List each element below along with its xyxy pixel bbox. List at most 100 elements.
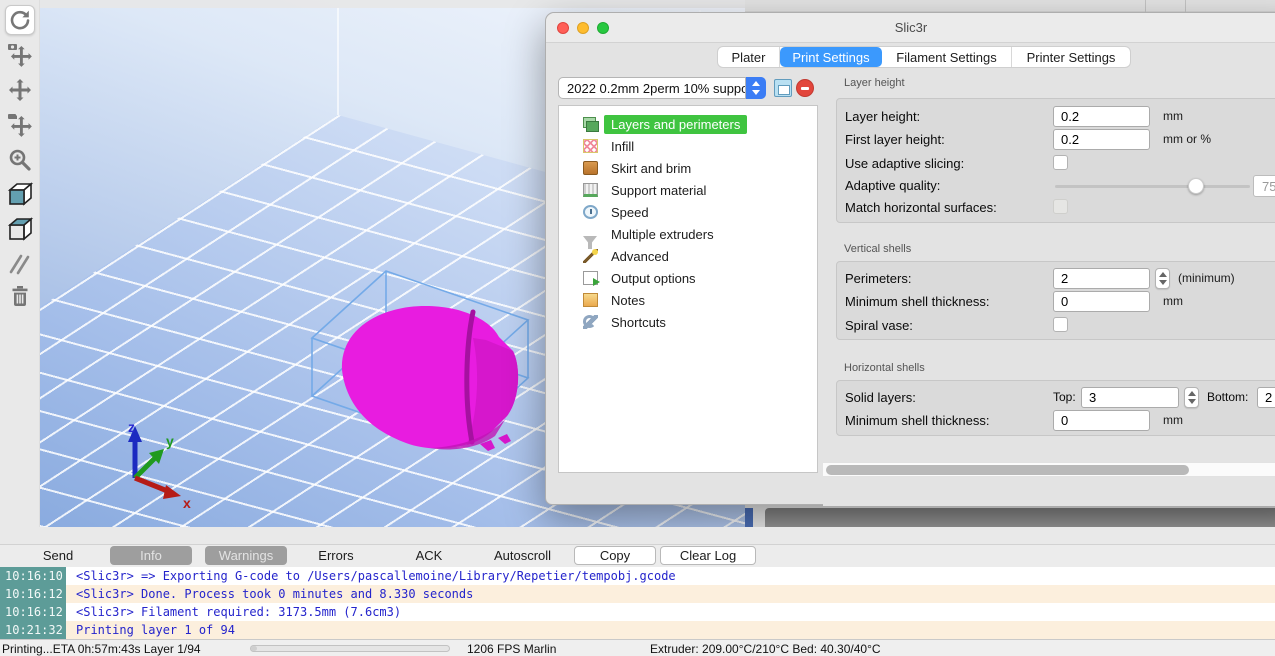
nav-item-layers-perimeters[interactable]: Layers and perimeters (559, 113, 817, 135)
tab-filament-settings[interactable]: Filament Settings (882, 47, 1012, 67)
zoom-icon[interactable] (5, 145, 35, 175)
horizontal-scrollbar-thumb[interactable] (826, 465, 1189, 475)
log-toggle-errors[interactable]: Errors (306, 548, 366, 563)
min-shell-thickness-input[interactable]: 0 (1053, 291, 1150, 312)
tab-printer-settings[interactable]: Printer Settings (1012, 47, 1130, 67)
adaptive-quality-label: Adaptive quality: (845, 178, 941, 193)
log-toggle-autoscroll[interactable]: Autoscroll (485, 548, 560, 563)
min-shell-thickness-unit2: mm (1163, 413, 1183, 427)
perimeters-suffix: (minimum) (1178, 271, 1235, 285)
solid-layers-label: Solid layers: (845, 390, 916, 405)
top-view-icon[interactable] (5, 213, 35, 243)
min-shell-thickness-label: Minimum shell thickness: (845, 294, 990, 309)
chevron-up-icon (752, 81, 760, 86)
solid-layers-bottom-label: Bottom: (1207, 390, 1249, 404)
adaptive-quality-slider-thumb[interactable] (1188, 178, 1204, 194)
log-toggle-send[interactable]: Send (30, 548, 86, 563)
chevron-down-icon (752, 90, 760, 95)
clear-log-button[interactable]: Clear Log (660, 546, 756, 565)
delete-preset-icon[interactable] (796, 79, 814, 97)
rotate-view-icon[interactable] (5, 5, 35, 35)
adaptive-slicing-label: Use adaptive slicing: (845, 156, 965, 171)
print-progress-bar (250, 645, 450, 652)
log-toggle-warnings[interactable]: Warnings (205, 546, 287, 565)
adaptive-slicing-checkbox[interactable] (1053, 155, 1068, 170)
move-object-icon[interactable] (5, 75, 35, 105)
solid-layers-top-label: Top: (1053, 390, 1076, 404)
layer-height-label: Layer height: (845, 109, 921, 124)
log-timestamp: 10:21:32 (0, 621, 66, 639)
nav-item-skirt-brim[interactable]: Skirt and brim (559, 157, 817, 179)
slic3r-window: Slic3r Plater Print Settings Filament Se… (545, 12, 1275, 506)
tab-plater[interactable]: Plater (718, 47, 780, 67)
group-title-layer-height: Layer height (844, 77, 905, 89)
layer-height-input[interactable]: 0.2 (1053, 106, 1150, 127)
log-timestamp: 10:16:10 (0, 567, 66, 585)
nav-item-support-material[interactable]: Support material (559, 179, 817, 201)
infill-icon (583, 139, 598, 153)
axes-indicator: z y x (128, 419, 191, 511)
nav-item-speed[interactable]: Speed (559, 201, 817, 223)
solid-layers-bottom-input[interactable]: 2 (1257, 387, 1275, 408)
settings-nav-list: Layers and perimeters Infill Skirt and b… (558, 105, 818, 473)
perspective-view-icon[interactable] (5, 178, 35, 208)
match-horizontal-checkbox[interactable] (1053, 199, 1068, 214)
nav-item-shortcuts[interactable]: Shortcuts (559, 311, 817, 333)
adaptive-quality-value[interactable]: 75 (1253, 175, 1275, 197)
min-shell-thickness-input2[interactable]: 0 (1053, 410, 1150, 431)
solid-layers-stepper[interactable] (1184, 387, 1199, 408)
print-progress-fill (251, 646, 257, 651)
solid-layers-top-input[interactable]: 3 (1081, 387, 1179, 408)
first-layer-height-unit: mm or % (1163, 132, 1211, 146)
save-preset-icon[interactable] (774, 79, 792, 97)
match-horizontal-label: Match horizontal surfaces: (845, 200, 997, 215)
extruders-icon (583, 227, 598, 249)
first-layer-height-input[interactable]: 0.2 (1053, 129, 1150, 150)
log-row: 10:21:32 Printing layer 1 of 94 (0, 621, 1275, 639)
log-timestamp: 10:16:12 (0, 585, 66, 603)
nav-item-multiple-extruders[interactable]: Multiple extruders (559, 223, 817, 249)
axis-y-label: y (166, 433, 174, 449)
min-shell-thickness-label2: Minimum shell thickness: (845, 413, 990, 428)
log-row: 10:16:12 <Slic3r> Filament required: 3173… (0, 603, 1275, 621)
temperatures-text: Extruder: 209.00°C/210°C Bed: 40.30/40°C (650, 642, 881, 656)
nav-item-advanced[interactable]: Advanced (559, 245, 817, 267)
axis-z-label: z (128, 419, 135, 435)
window-title: Slic3r (894, 20, 928, 35)
fps-firmware-text: 1206 FPS Marlin (467, 642, 557, 656)
group-title-horizontal-shells: Horizontal shells (844, 362, 925, 374)
repetier-host-app: z y x Slic3r Plater Print Settings Filam… (0, 0, 1275, 656)
copy-log-button[interactable]: Copy (574, 546, 656, 565)
nav-item-output-options[interactable]: Output options (559, 267, 817, 289)
parallel-projection-icon[interactable] (5, 249, 35, 279)
viewport-toolbar (0, 0, 40, 527)
horizontal-scrollbar[interactable] (823, 462, 1275, 477)
move-viewpoint-icon[interactable] (5, 110, 35, 140)
print-status-text: Printing...ETA 0h:57m:43s Layer 1/94 (2, 642, 201, 656)
chrome-gap-strip (0, 527, 1275, 545)
model-object[interactable] (341, 306, 519, 451)
nav-item-infill[interactable]: Infill (559, 135, 817, 157)
log-toggle-info[interactable]: Info (110, 546, 192, 565)
log-row: 10:16:12 <Slic3r> Done. Process took 0 mi… (0, 585, 1275, 603)
perimeters-input[interactable]: 2 (1053, 268, 1150, 289)
spiral-vase-checkbox[interactable] (1053, 317, 1068, 332)
log-toggle-ack[interactable]: ACK (400, 548, 458, 563)
delete-object-icon[interactable] (5, 281, 35, 311)
log-timestamp: 10:16:12 (0, 603, 66, 621)
group-layer-height: Layer height: 0.2 mm First layer height:… (836, 98, 1275, 223)
model-notch (498, 434, 511, 444)
speed-icon (583, 205, 598, 219)
slic3r-titlebar[interactable]: Slic3r (546, 13, 1275, 43)
preset-select[interactable]: 2022 0.2mm 2perm 10% support (558, 77, 746, 99)
log-output[interactable]: 10:16:10 <Slic3r> => Exporting G-code to … (0, 567, 1275, 639)
nav-item-notes[interactable]: Notes (559, 289, 817, 311)
support-icon (583, 183, 598, 197)
status-bar: Printing...ETA 0h:57m:43s Layer 1/94 120… (0, 639, 1275, 656)
preset-select-stepper[interactable] (746, 77, 766, 99)
perimeters-stepper[interactable] (1155, 268, 1170, 289)
move-camera-icon[interactable] (5, 40, 35, 70)
adaptive-quality-slider[interactable] (1055, 178, 1250, 194)
print-settings-panel: Layer height Layer height: 0.2 mm First … (823, 69, 1275, 506)
tab-print-settings[interactable]: Print Settings (780, 47, 882, 67)
